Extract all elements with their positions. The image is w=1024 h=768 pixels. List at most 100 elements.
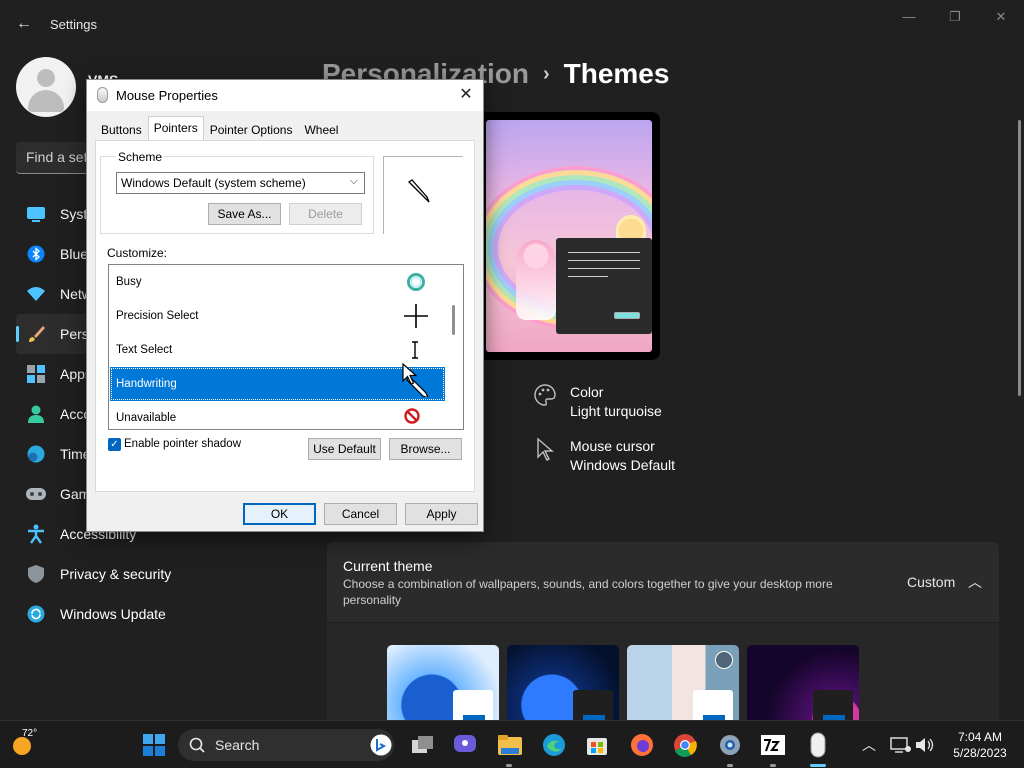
pointer-shadow-label: Enable pointer shadow bbox=[124, 438, 241, 450]
volume-icon[interactable] bbox=[910, 730, 940, 760]
theme-preview bbox=[478, 112, 660, 360]
mouse-cursor-setting[interactable]: Mouse cursor Windows Default bbox=[533, 437, 675, 475]
theme-mini-window bbox=[573, 690, 613, 720]
avatar-body-shape bbox=[28, 90, 64, 112]
avatar[interactable] bbox=[16, 57, 76, 117]
customize-label: Customize: bbox=[107, 246, 168, 260]
settings-titlebar: ← Settings — ❐ ✕ bbox=[0, 0, 1024, 48]
7zip-icon[interactable] bbox=[758, 730, 788, 760]
dialog-close-button[interactable]: ✕ bbox=[455, 84, 477, 106]
list-item-label: Busy bbox=[116, 276, 142, 288]
taskbar-clock[interactable]: 7:04 AM 5/28/2023 bbox=[940, 729, 1020, 761]
sidebar-item-windows-update[interactable]: Windows Update bbox=[16, 594, 296, 634]
preview-line bbox=[568, 260, 640, 261]
task-view-icon[interactable] bbox=[408, 730, 438, 760]
color-value: Light turquoise bbox=[570, 403, 662, 419]
tab-wheel[interactable]: Wheel bbox=[298, 118, 344, 140]
running-indicator bbox=[770, 764, 776, 767]
close-button[interactable]: ✕ bbox=[986, 8, 1016, 26]
chevron-up-tray-icon[interactable]: ︿ bbox=[854, 730, 884, 760]
store-icon[interactable] bbox=[582, 730, 612, 760]
settings-icon[interactable] bbox=[715, 730, 745, 760]
cursor-list[interactable]: Busy Precision Select Text Select Handwr… bbox=[108, 264, 464, 430]
list-item-handwriting[interactable]: Handwriting bbox=[110, 367, 445, 401]
current-theme-value: Custom bbox=[907, 574, 956, 590]
pointer-shadow-checkbox[interactable]: ✓ bbox=[108, 438, 121, 451]
maximize-button[interactable]: ❐ bbox=[940, 8, 970, 26]
crosshair-icon bbox=[404, 304, 428, 328]
theme-thumbnail[interactable] bbox=[387, 645, 499, 720]
network-icon bbox=[26, 284, 46, 304]
weather-temperature: 72° bbox=[22, 728, 38, 739]
mouse-cursor-icon bbox=[533, 437, 557, 461]
search-icon bbox=[189, 737, 205, 753]
use-default-button[interactable]: Use Default bbox=[308, 438, 381, 460]
tab-pointers[interactable]: Pointers bbox=[147, 116, 204, 140]
start-icon[interactable] bbox=[139, 730, 169, 760]
chat-icon[interactable] bbox=[450, 730, 480, 760]
accessibility-icon bbox=[26, 524, 46, 544]
system-icon bbox=[26, 204, 46, 224]
list-item-unavailable[interactable]: Unavailable bbox=[110, 401, 445, 429]
taskbar-search[interactable]: Search bbox=[178, 729, 394, 761]
avatar-head-shape bbox=[37, 69, 55, 87]
mouse-properties-icon[interactable] bbox=[803, 730, 833, 760]
mouse-pointer-icon bbox=[402, 363, 418, 385]
back-arrow-icon[interactable]: ← bbox=[14, 14, 34, 34]
list-item-label: Precision Select bbox=[116, 310, 199, 322]
tab-buttons[interactable]: Buttons bbox=[95, 118, 148, 140]
theme-thumbnail[interactable] bbox=[747, 645, 859, 720]
mini-window-preview bbox=[556, 238, 652, 334]
pointer-preview-box bbox=[383, 156, 463, 234]
mouse-icon bbox=[97, 87, 108, 103]
running-indicator bbox=[506, 764, 512, 767]
scheme-label: Scheme bbox=[116, 150, 165, 164]
ok-button[interactable]: OK bbox=[243, 503, 316, 525]
list-scrollbar[interactable] bbox=[452, 305, 455, 335]
current-theme-description: Choose a combination of wallpapers, soun… bbox=[343, 577, 833, 607]
bing-icon[interactable] bbox=[370, 734, 392, 756]
page-scrollbar[interactable] bbox=[1018, 120, 1021, 396]
list-item-label: Handwriting bbox=[116, 378, 177, 390]
list-item-label: Text Select bbox=[116, 344, 173, 356]
file-explorer-icon[interactable] bbox=[495, 730, 525, 760]
gaming-icon bbox=[26, 484, 46, 504]
personalization-icon bbox=[26, 324, 46, 344]
preview-accent-button bbox=[614, 312, 640, 319]
theme-thumbnail[interactable] bbox=[627, 645, 739, 720]
list-item-label: Unavailable bbox=[116, 412, 177, 424]
apps-icon bbox=[26, 364, 46, 384]
list-item-text-select[interactable]: Text Select bbox=[110, 333, 445, 367]
bluetooth-icon bbox=[26, 244, 46, 264]
scheme-dropdown[interactable]: Windows Default (system scheme) ⌵ bbox=[116, 172, 365, 194]
list-item-busy[interactable]: Busy bbox=[110, 265, 445, 299]
minimize-button[interactable]: — bbox=[894, 8, 924, 26]
theme-gallery bbox=[327, 623, 999, 720]
chevron-down-icon: ⌵ bbox=[349, 175, 358, 187]
tab-pointer-options[interactable]: Pointer Options bbox=[204, 118, 299, 140]
list-item-precision-select[interactable]: Precision Select bbox=[110, 299, 445, 333]
theme-mini-window bbox=[813, 690, 853, 720]
chevron-up-icon[interactable]: ︿ bbox=[967, 572, 983, 590]
current-theme-title: Current theme bbox=[343, 558, 433, 574]
dialog-tabs: Buttons Pointers Pointer Options Wheel bbox=[95, 116, 344, 140]
current-theme-card[interactable]: Current theme Choose a combination of wa… bbox=[327, 542, 999, 622]
sidebar-item-privacy[interactable]: Privacy & security bbox=[16, 554, 296, 594]
edge-icon[interactable] bbox=[539, 730, 569, 760]
apply-button[interactable]: Apply bbox=[405, 503, 478, 525]
browse-button[interactable]: Browse... bbox=[389, 438, 462, 460]
mouse-cursor-value: Windows Default bbox=[570, 457, 676, 473]
color-setting[interactable]: Color Light turquoise bbox=[533, 383, 662, 421]
clock-date: 5/28/2023 bbox=[953, 746, 1007, 760]
delete-button[interactable]: Delete bbox=[289, 203, 362, 225]
mouse-properties-dialog: Mouse Properties ✕ Buttons Pointers Poin… bbox=[86, 79, 484, 532]
save-as-button[interactable]: Save As... bbox=[208, 203, 281, 225]
cancel-button[interactable]: Cancel bbox=[324, 503, 397, 525]
dialog-titlebar: Mouse Properties ✕ bbox=[87, 80, 483, 111]
firefox-icon[interactable] bbox=[627, 730, 657, 760]
chrome-icon[interactable] bbox=[670, 730, 700, 760]
mouse-cursor-title: Mouse cursor bbox=[570, 438, 655, 454]
windows-update-icon bbox=[26, 604, 46, 624]
theme-thumbnail[interactable] bbox=[507, 645, 619, 720]
preview-line bbox=[568, 276, 608, 277]
